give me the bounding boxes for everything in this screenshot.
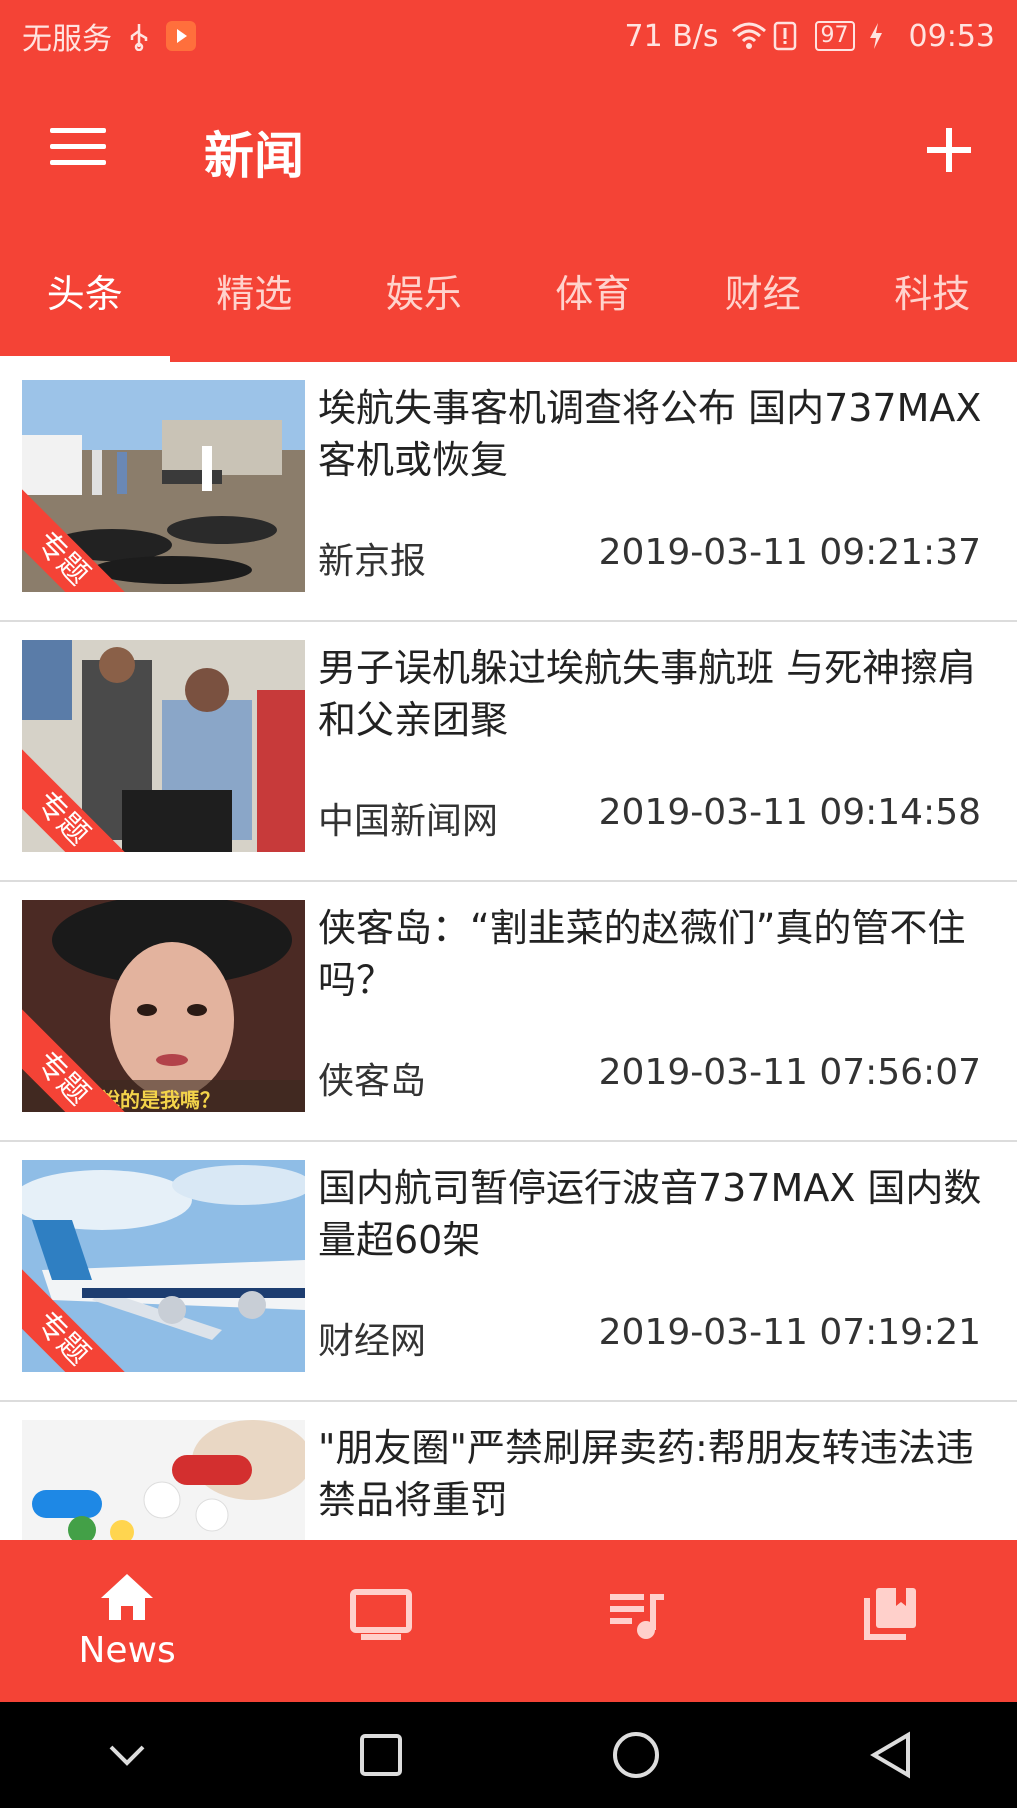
bottom-nav: News — [0, 1540, 1017, 1702]
tab-entertainment[interactable]: 娱乐 — [339, 232, 509, 362]
status-left: 无服务 — [22, 14, 196, 58]
news-item[interactable]: 你說的是我嗎？ 专题 侠客岛：“割韭菜的赵薇们”真的管不住吗？ 侠客岛 2019… — [0, 882, 1017, 1142]
news-headline: 侠客岛：“割韭菜的赵薇们”真的管不住吗？ — [318, 906, 966, 1002]
network-speed: 71 B/s — [624, 18, 719, 54]
news-headline: "朋友圈"严禁刷屏卖药:帮朋友转违法违禁品将重罚 — [318, 1426, 974, 1522]
news-thumbnail: 专题 — [22, 380, 305, 592]
nav-library[interactable] — [763, 1540, 1017, 1702]
nav-tv[interactable] — [254, 1540, 508, 1702]
collapse-chevron-icon[interactable] — [92, 1720, 162, 1790]
nav-news[interactable]: News — [0, 1540, 254, 1702]
news-thumbnail — [22, 1420, 305, 1540]
news-source: 侠客岛 — [318, 1061, 427, 1102]
battery-level: 97 — [814, 21, 855, 51]
news-time: 2019-03-11 09:14:58 — [598, 792, 981, 833]
status-bar: 无服务 71 B/s 97 09:53 — [0, 0, 1017, 72]
news-headline: 埃航失事客机调查将公布 国内737MAX客机或恢复 — [318, 386, 982, 482]
nav-music[interactable] — [509, 1540, 763, 1702]
video-app-icon — [166, 21, 196, 51]
sim-alert-icon — [773, 21, 803, 51]
tab-headlines[interactable]: 头条 — [0, 232, 170, 362]
news-source: 新京报 — [318, 541, 427, 582]
news-headline: 国内航司暂停运行波音737MAX 国内数量超60架 — [318, 1166, 982, 1262]
playlist-music-icon — [606, 1588, 666, 1646]
news-headline: 男子误机躲过埃航失事航班 与死神擦肩和父亲团聚 — [318, 646, 977, 742]
recents-square-icon[interactable] — [346, 1720, 416, 1790]
news-source: 中国新闻网 — [318, 801, 499, 842]
page-title: 新闻 — [204, 127, 304, 185]
charging-icon — [867, 21, 897, 51]
category-tabs: 头条 精选 娱乐 体育 财经 科技 — [0, 232, 1017, 362]
news-time: 2019-03-11 07:19:21 — [598, 1312, 981, 1353]
app-bar: 新闻 — [0, 72, 1017, 232]
tab-featured[interactable]: 精选 — [170, 232, 340, 362]
tab-finance[interactable]: 财经 — [678, 232, 848, 362]
back-triangle-icon[interactable] — [855, 1720, 925, 1790]
news-time: 2019-03-11 07:56:07 — [598, 1052, 981, 1093]
news-source: 财经网 — [318, 1321, 427, 1362]
library-books-icon — [860, 1584, 920, 1648]
news-item[interactable]: 专题 埃航失事客机调查将公布 国内737MAX客机或恢复 新京报 2019-03… — [0, 362, 1017, 622]
status-right: 71 B/s 97 09:53 — [625, 19, 996, 54]
tab-tech[interactable]: 科技 — [848, 232, 1017, 362]
carrier-text: 无服务 — [22, 22, 112, 57]
news-list: 专题 埃航失事客机调查将公布 国内737MAX客机或恢复 新京报 2019-03… — [0, 362, 1017, 1540]
news-time: 2019-03-11 09:21:37 — [598, 532, 981, 573]
menu-icon[interactable] — [50, 128, 106, 172]
home-circle-icon[interactable] — [601, 1720, 671, 1790]
news-item[interactable]: "朋友圈"严禁刷屏卖药:帮朋友转违法违禁品将重罚 — [0, 1402, 1017, 1540]
nav-news-label: News — [78, 1630, 176, 1671]
tv-icon — [349, 1588, 413, 1646]
system-nav-bar — [0, 1702, 1017, 1808]
news-thumbnail: 专题 — [22, 1160, 305, 1372]
home-icon — [97, 1570, 157, 1628]
news-item[interactable]: 专题 男子误机躲过埃航失事航班 与死神擦肩和父亲团聚 中国新闻网 2019-03… — [0, 622, 1017, 882]
clock: 09:53 — [908, 18, 995, 54]
wifi-icon — [731, 21, 766, 51]
news-item[interactable]: 专题 国内航司暂停运行波音737MAX 国内数量超60架 财经网 2019-03… — [0, 1142, 1017, 1402]
add-icon[interactable] — [921, 122, 977, 178]
news-thumbnail: 专题 — [22, 640, 305, 852]
usb-icon — [124, 21, 154, 52]
news-thumbnail: 你說的是我嗎？ 专题 — [22, 900, 305, 1112]
tab-sports[interactable]: 体育 — [509, 232, 679, 362]
